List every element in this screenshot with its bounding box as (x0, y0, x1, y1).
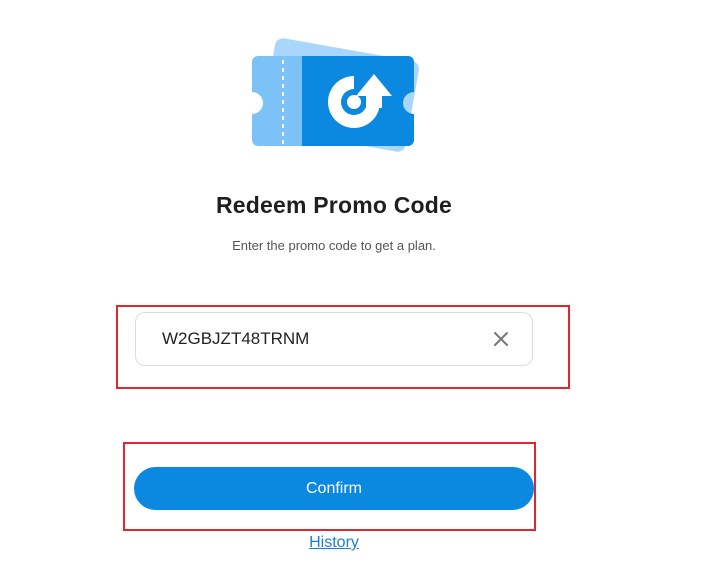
page-title: Redeem Promo Code (215, 192, 452, 218)
history-link[interactable]: History (0, 534, 668, 552)
promo-code-input[interactable] (162, 313, 482, 365)
promo-code-field (135, 312, 533, 366)
page-subtitle: Enter the promo code to get a plan. (232, 238, 436, 253)
close-icon[interactable] (492, 330, 510, 348)
promo-ticket-icon (244, 34, 424, 170)
confirm-button[interactable]: Confirm (134, 467, 534, 510)
